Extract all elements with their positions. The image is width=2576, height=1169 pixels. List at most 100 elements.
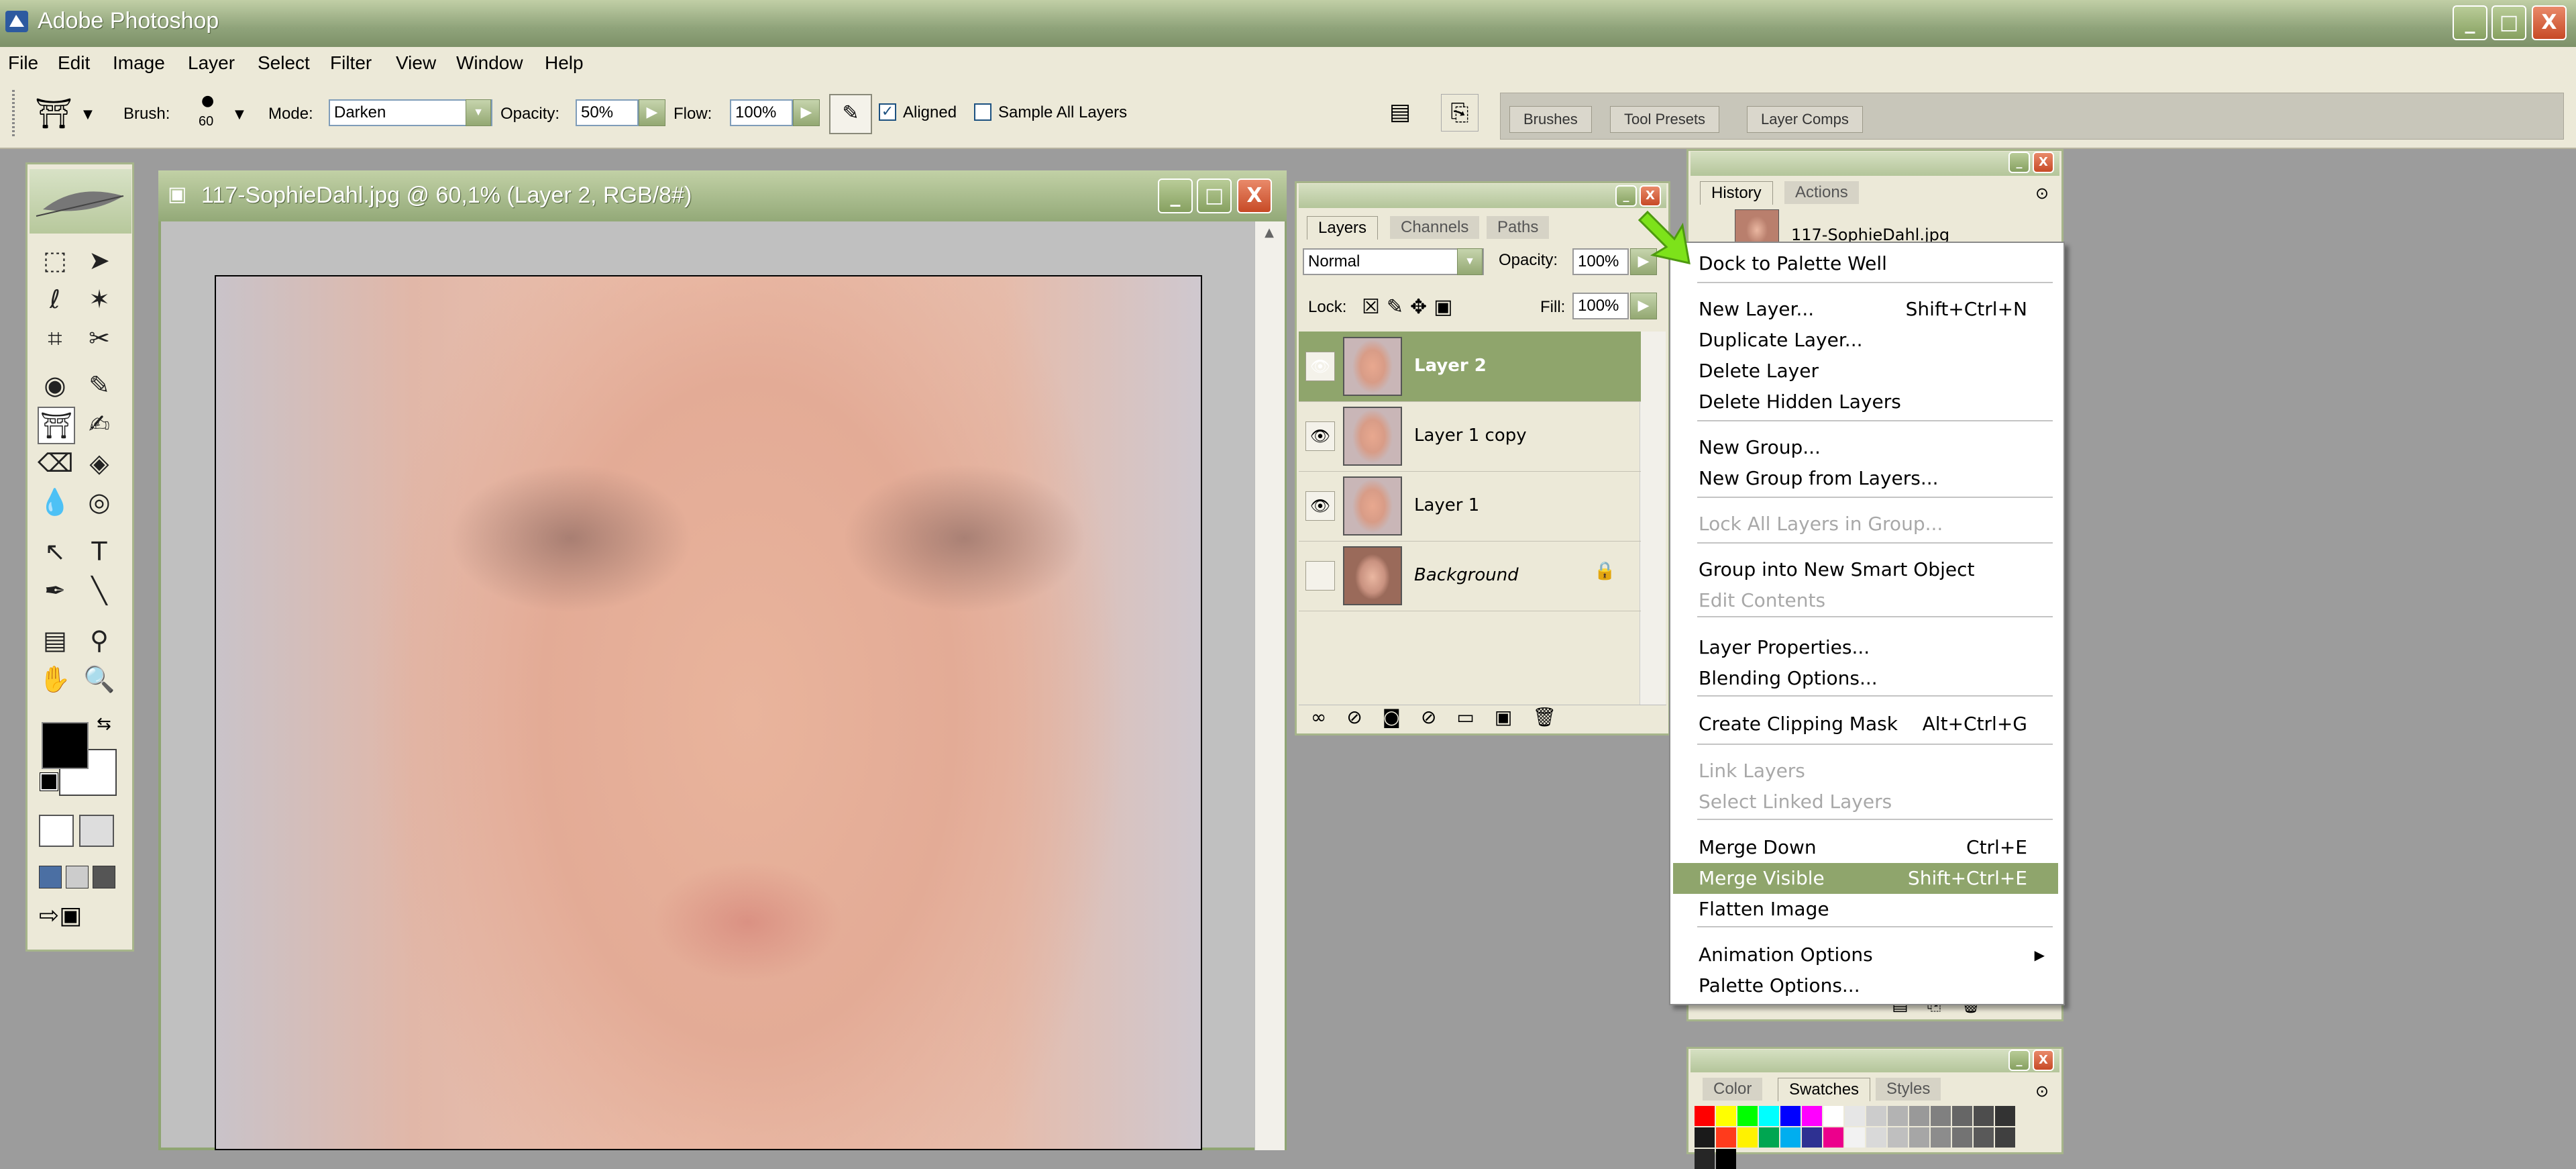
menu-item-new-group-from-layers[interactable]: New Group from Layers...	[1673, 463, 2058, 494]
move-tool-icon[interactable]: ➤	[82, 243, 117, 278]
color-swatch[interactable]	[1866, 1127, 1886, 1148]
history-palette-close-button[interactable]: X	[2033, 152, 2054, 173]
swatches-palette-minimize-button[interactable]: _	[2008, 1050, 2030, 1071]
healing-brush-tool-icon[interactable]: ◉	[38, 368, 72, 403]
type-tool-icon[interactable]: T	[82, 534, 117, 569]
crop-tool-icon[interactable]: ⌗	[38, 321, 72, 356]
color-swatch[interactable]	[1931, 1127, 1951, 1148]
minimize-button[interactable]: _	[2453, 5, 2487, 40]
color-swatch[interactable]	[1737, 1127, 1758, 1148]
menu-item-delete-hidden-layers[interactable]: Delete Hidden Layers	[1673, 387, 2058, 417]
airbrush-toggle-icon[interactable]: ✎	[829, 94, 872, 134]
menu-item-create-clipping-mask[interactable]: Create Clipping Mask Alt+Ctrl+G	[1673, 709, 2058, 740]
color-swatch[interactable]	[1802, 1106, 1822, 1126]
menu-item-new-layer[interactable]: New Layer... Shift+Ctrl+N	[1673, 294, 2058, 325]
file-browser-icon[interactable]: ▤	[1385, 97, 1415, 128]
menu-filter[interactable]: Filter	[330, 52, 372, 74]
color-swatch[interactable]	[1737, 1106, 1758, 1126]
color-swatch[interactable]	[1952, 1106, 1972, 1126]
restore-button[interactable]: □	[2491, 5, 2526, 40]
color-swatch[interactable]	[1845, 1127, 1865, 1148]
menu-window[interactable]: Window	[456, 52, 523, 74]
flow-slider-arrow-icon[interactable]: ▶	[793, 99, 820, 126]
document-minimize-button[interactable]: _	[1158, 179, 1193, 213]
layer-row-layer-2[interactable]: 👁 Layer 2	[1299, 332, 1641, 402]
slice-tool-icon[interactable]: ✂	[82, 321, 117, 356]
quick-mask-mode-icon[interactable]	[79, 815, 114, 847]
history-palette-minimize-button[interactable]: _	[2008, 152, 2030, 173]
layer-opacity-field[interactable]: 100%	[1572, 248, 1629, 275]
color-swatch[interactable]	[1866, 1106, 1886, 1126]
blend-mode-dropdown-icon[interactable]: ▼	[1457, 248, 1483, 275]
magic-wand-tool-icon[interactable]: ✶	[82, 282, 117, 317]
swatch-grid[interactable]	[1695, 1106, 2035, 1169]
opacity-field[interactable]: 50%	[576, 99, 639, 126]
layers-footer-buttons-icon[interactable]: ∞⊘◙⊘▭▣🗑	[1311, 706, 1576, 728]
color-swatch[interactable]	[1716, 1106, 1736, 1126]
tab-paths[interactable]: Paths	[1487, 216, 1550, 239]
tab-layers[interactable]: Layers	[1307, 216, 1379, 240]
hand-tool-icon[interactable]: ✋	[38, 662, 72, 697]
notes-tool-icon[interactable]: ▤	[38, 623, 72, 658]
default-colors-icon[interactable]	[40, 772, 58, 791]
color-swatch[interactable]	[1716, 1127, 1736, 1148]
menu-layer[interactable]: Layer	[188, 52, 235, 74]
history-menu-icon[interactable]: ⊙	[2035, 184, 2049, 203]
eraser-tool-icon[interactable]: ⌫	[38, 446, 74, 480]
menu-edit[interactable]: Edit	[58, 52, 90, 74]
pen-tool-icon[interactable]: ✒	[38, 573, 72, 608]
menu-view[interactable]: View	[396, 52, 436, 74]
menu-item-layer-properties[interactable]: Layer Properties...	[1673, 632, 2058, 663]
menu-item-animation-options[interactable]: Animation Options ▶	[1673, 939, 2058, 970]
tab-color[interactable]: Color	[1703, 1078, 1763, 1101]
layer-row-background[interactable]: Background 🔒	[1299, 541, 1641, 611]
color-swatch[interactable]	[1909, 1127, 1929, 1148]
menu-select[interactable]: Select	[258, 52, 310, 74]
brush-tool-icon[interactable]: ✎	[82, 368, 117, 403]
sample-all-layers-checkbox[interactable]	[974, 103, 991, 121]
color-swatch[interactable]	[1845, 1106, 1865, 1126]
swatches-palette-close-button[interactable]: X	[2033, 1050, 2054, 1071]
color-swatch[interactable]	[1823, 1106, 1843, 1126]
jump-to-imageready-icon[interactable]: ⇨▣	[39, 902, 113, 935]
screen-mode-standard-icon[interactable]	[39, 866, 62, 888]
scroll-up-icon[interactable]: ▲	[1259, 225, 1279, 246]
color-swatch[interactable]	[1780, 1127, 1801, 1148]
document-close-button[interactable]: X	[1237, 179, 1272, 213]
color-swatch[interactable]	[1931, 1106, 1951, 1126]
color-swatch[interactable]	[1995, 1106, 2015, 1126]
menu-help[interactable]: Help	[545, 52, 584, 74]
image-canvas[interactable]	[215, 275, 1202, 1150]
zoom-tool-icon[interactable]: 🔍	[82, 662, 117, 697]
close-button[interactable]: X	[2532, 5, 2567, 40]
brush-dot-icon[interactable]: ●	[201, 93, 214, 109]
color-swatch[interactable]	[1888, 1127, 1908, 1148]
color-swatch[interactable]	[1695, 1149, 1715, 1169]
document-restore-button[interactable]: □	[1197, 179, 1232, 213]
visibility-eye-icon[interactable]: 👁	[1305, 491, 1335, 521]
tab-swatches[interactable]: Swatches	[1778, 1078, 1871, 1101]
brush-dropdown-icon[interactable]: ▼	[235, 107, 244, 121]
marquee-tool-icon[interactable]: ⬚	[38, 243, 72, 278]
well-tab-layer-comps[interactable]: Layer Comps	[1747, 106, 1863, 133]
lock-options-icon[interactable]: ☒✎✥▣	[1362, 295, 1460, 319]
screen-mode-full-icon[interactable]	[93, 866, 115, 888]
history-brush-tool-icon[interactable]: ✍	[82, 407, 117, 442]
dodge-tool-icon[interactable]: ◎	[82, 485, 117, 519]
color-swatch[interactable]	[1995, 1127, 2015, 1148]
swap-colors-icon[interactable]: ⇆	[97, 714, 111, 734]
fill-field[interactable]: 100%	[1572, 293, 1629, 319]
line-tool-icon[interactable]: ╲	[82, 573, 117, 608]
screen-mode-full-menu-icon[interactable]	[66, 866, 89, 888]
visibility-eye-icon[interactable]: 👁	[1305, 421, 1335, 451]
clone-stamp-tool-icon[interactable]: ⛩	[34, 94, 74, 134]
menu-item-palette-options[interactable]: Palette Options...	[1673, 970, 2058, 1001]
color-swatch[interactable]	[1888, 1106, 1908, 1126]
layer-row-layer-1[interactable]: 👁 Layer 1	[1299, 471, 1641, 542]
paint-bucket-tool-icon[interactable]: ◈	[82, 446, 117, 480]
menu-item-flatten-image[interactable]: Flatten Image	[1673, 894, 2058, 925]
palette-toggle-icon[interactable]: ⎘	[1441, 94, 1479, 132]
visibility-eye-empty[interactable]	[1305, 561, 1335, 591]
options-bar-grip[interactable]	[12, 90, 15, 138]
layer-row-layer-1-copy[interactable]: 👁 Layer 1 copy	[1299, 401, 1641, 472]
